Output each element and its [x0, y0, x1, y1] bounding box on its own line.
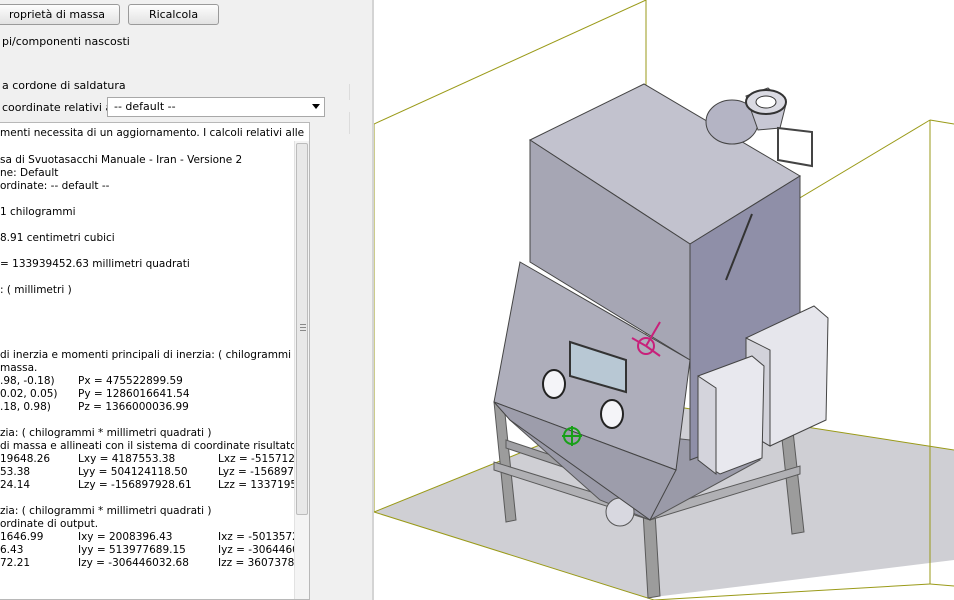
- result-line: Ixz = -5013572: [218, 531, 299, 543]
- model-view-svg[interactable]: [374, 0, 954, 600]
- separator: [349, 84, 350, 100]
- result-line: : ( millimetri ): [0, 284, 72, 296]
- result-line: Lyy = 504124118.50: [78, 466, 188, 478]
- chevron-down-icon[interactable]: [312, 104, 320, 109]
- result-line: 19648.26: [0, 453, 51, 465]
- weld-bead-option-label[interactable]: a cordone di saldatura: [2, 79, 126, 92]
- result-line: Px = 475522899.59: [78, 375, 183, 387]
- result-line: menti necessita di un aggiornamento. I c…: [0, 127, 305, 139]
- result-line: massa.: [0, 362, 38, 374]
- result-line: Py = 1286016641.54: [78, 388, 190, 400]
- result-line: sa di Svuotasacchi Manuale - Iran - Vers…: [0, 154, 243, 166]
- result-line: di massa e allineati con il sistema di c…: [0, 440, 300, 452]
- grip-icon: [300, 324, 306, 331]
- result-line: Iyy = 513977689.15: [78, 544, 186, 556]
- graphics-viewport[interactable]: [374, 0, 954, 600]
- mass-properties-options-button[interactable]: roprietà di massa: [0, 4, 120, 25]
- result-line: Lyz = -1568979: [218, 466, 301, 478]
- result-line: .98, -0.18): [0, 375, 55, 387]
- result-line: 8.91 centimetri cubici: [0, 232, 115, 244]
- glove-port-right: [600, 399, 624, 429]
- separator: [349, 112, 350, 134]
- result-line: ne: Default: [0, 167, 59, 179]
- result-line: Iyz = -3064460: [218, 544, 299, 556]
- hidden-bodies-option-label[interactable]: pi/componenti nascosti: [2, 35, 130, 48]
- results-text-area[interactable]: menti necessita di un aggiornamento. I c…: [0, 122, 310, 600]
- result-line: di inerzia e momenti principali di inerz…: [0, 349, 300, 361]
- glove-port-left: [542, 369, 566, 399]
- result-line: Lzy = -156897928.61: [78, 479, 192, 491]
- scrollbar-thumb[interactable]: [296, 143, 308, 515]
- result-line: 0.02, 0.05): [0, 388, 58, 400]
- coordinate-system-selected: -- default --: [114, 100, 176, 113]
- result-line: = 133939452.63 millimetri quadrati: [0, 258, 190, 270]
- result-line: Pz = 1366000036.99: [78, 401, 189, 413]
- result-line: 72.21: [0, 557, 31, 569]
- result-line: Ixy = 2008396.43: [78, 531, 173, 543]
- result-line: ordinate di output.: [0, 518, 99, 530]
- result-line: zia: ( chilogrammi * millimetri quadrati…: [0, 505, 212, 517]
- coordinate-system-dropdown[interactable]: -- default --: [107, 97, 325, 117]
- result-line: 1646.99: [0, 531, 44, 543]
- result-line: zia: ( chilogrammi * millimetri quadrati…: [0, 427, 212, 439]
- mass-properties-panel: roprietà di massa Ricalcola pi/component…: [0, 0, 372, 600]
- result-line: 1 chilogrammi: [0, 206, 76, 218]
- result-line: 6.43: [0, 544, 24, 556]
- coordinate-system-label: coordinate relativi a:: [2, 101, 116, 114]
- results-scrollbar[interactable]: [294, 141, 309, 599]
- result-line: Lzz = 13371958: [218, 479, 304, 491]
- result-line: Izz = 36073784: [218, 557, 302, 569]
- result-line: Lxz = -5157124: [218, 453, 302, 465]
- recalculate-button[interactable]: Ricalcola: [128, 4, 219, 25]
- result-line: 24.14: [0, 479, 31, 491]
- result-line: .18, 0.98): [0, 401, 51, 413]
- result-line: Lxy = 4187553.38: [78, 453, 176, 465]
- result-line: ordinate: -- default --: [0, 180, 110, 192]
- result-line: 53.38: [0, 466, 31, 478]
- result-line: Izy = -306446032.68: [78, 557, 189, 569]
